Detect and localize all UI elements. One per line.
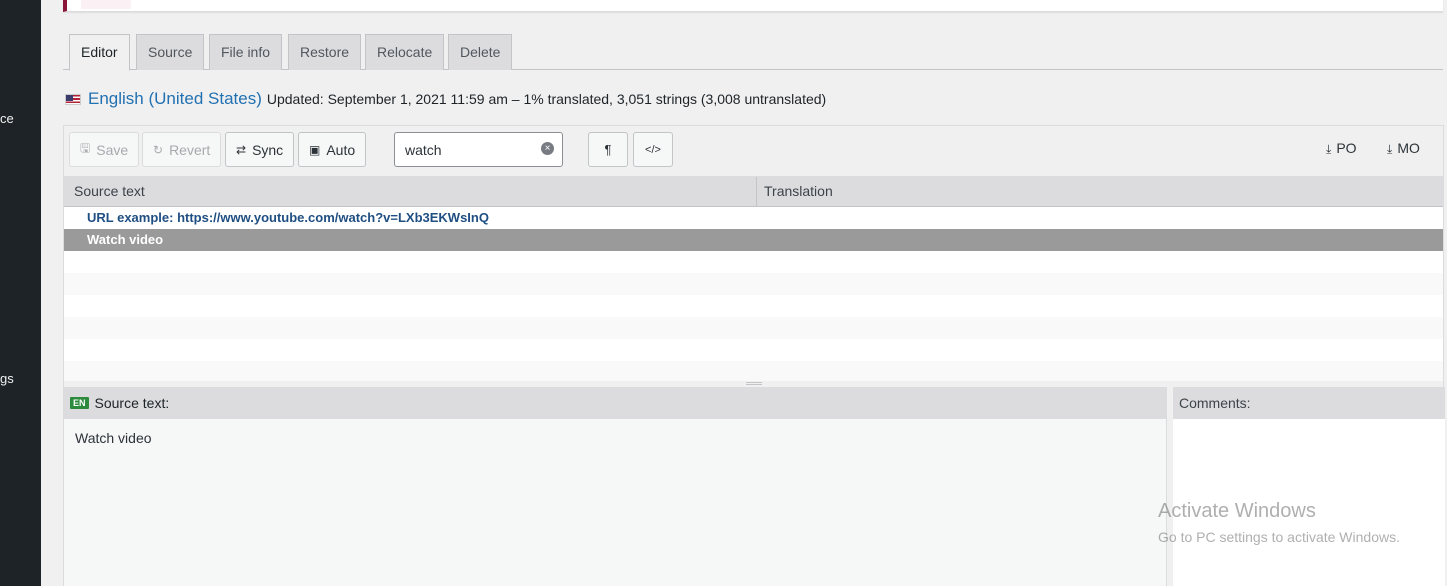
clear-search-icon[interactable]: × — [541, 142, 554, 155]
search-input[interactable] — [395, 133, 535, 166]
translation-editor: 🖫 Save ↻ Revert ⇄ Sync ▣ Auto × ¶ </> ⤓ P… — [63, 125, 1445, 586]
download-po-button[interactable]: ⤓ PO — [1326, 140, 1357, 157]
comments-pane-header: Comments: — [1173, 387, 1445, 419]
tab-delete[interactable]: Delete — [448, 34, 513, 70]
source-text-content: Watch video — [64, 419, 1166, 586]
resize-grip-icon — [746, 382, 762, 385]
revert-label: Revert — [169, 141, 211, 158]
empty-row — [64, 295, 1443, 317]
tab-file-info[interactable]: File info — [209, 34, 283, 70]
code-icon: </> — [645, 143, 661, 156]
source-pane-header: EN Source text: — [64, 387, 1166, 419]
empty-row — [64, 361, 1443, 383]
editor-tabs: Editor Source File info Restore Relocate… — [63, 34, 1443, 71]
sidebar-menu-fragment[interactable]: ce — [0, 111, 14, 126]
auto-label: Auto — [326, 141, 356, 158]
source-text-pane: EN Source text: Watch video — [64, 387, 1167, 586]
locale-header: English (United States) Updated: Septemb… — [65, 88, 826, 110]
download-mo-button[interactable]: ⤓ MO — [1387, 140, 1420, 157]
revert-button[interactable]: ↻ Revert — [142, 132, 222, 167]
tab-relocate[interactable]: Relocate — [365, 34, 445, 70]
string-list-header: Source text Translation — [64, 177, 1443, 207]
source-pane-label: Source text: — [94, 395, 170, 411]
empty-row — [64, 251, 1443, 273]
sync-button[interactable]: ⇄ Sync — [225, 132, 295, 167]
string-list: URL example: https://www.youtube.com/wat… — [64, 207, 1443, 383]
empty-row — [64, 339, 1443, 361]
locale-meta: Updated: September 1, 2021 11:59 am – 1%… — [266, 91, 827, 107]
sync-label: Sync — [252, 141, 284, 158]
sidebar-menu-fragment[interactable]: gs — [0, 371, 14, 386]
editor-toolbar: 🖫 Save ↻ Revert ⇄ Sync ▣ Auto × ¶ </> ⤓ P… — [64, 126, 1443, 177]
string-row-selected[interactable]: Watch video — [64, 229, 1443, 251]
string-row[interactable]: URL example: https://www.youtube.com/wat… — [64, 207, 1443, 229]
tab-restore[interactable]: Restore — [288, 34, 362, 70]
us-flag-icon — [65, 93, 81, 105]
save-label: Save — [96, 141, 129, 158]
search-box: × — [394, 132, 563, 167]
pilcrow-icon: ¶ — [604, 142, 612, 157]
column-divider[interactable] — [756, 177, 757, 207]
language-badge: EN — [70, 397, 89, 409]
mo-label: MO — [1397, 140, 1420, 156]
po-label: PO — [1336, 140, 1357, 156]
download-icon: ⤓ — [1326, 142, 1332, 156]
locale-name-link[interactable]: English (United States) — [88, 89, 262, 109]
undo-icon: ↻ — [153, 142, 164, 157]
robot-icon: ▣ — [309, 142, 321, 157]
download-icon: ⤓ — [1387, 142, 1393, 156]
comments-pane: Comments: — [1173, 387, 1445, 586]
auto-translate-button[interactable]: ▣ Auto — [298, 132, 367, 167]
admin-sidebar: ce gs — [0, 0, 41, 586]
admin-notice — [63, 0, 1443, 12]
tab-source[interactable]: Source — [136, 34, 205, 70]
empty-row — [64, 273, 1443, 295]
sync-icon: ⇄ — [236, 142, 247, 157]
tab-editor[interactable]: Editor — [69, 34, 130, 71]
empty-row — [64, 317, 1443, 339]
save-button[interactable]: 🖫 Save — [69, 132, 140, 167]
source-text-column-header[interactable]: Source text — [74, 177, 145, 206]
notice-highlight — [81, 0, 131, 9]
translation-column-header[interactable]: Translation — [764, 177, 833, 206]
floppy-disk-icon: 🖫 — [80, 141, 91, 155]
toggle-invisibles-button[interactable]: ¶ — [588, 132, 628, 167]
toggle-code-view-button[interactable]: </> — [633, 132, 673, 167]
